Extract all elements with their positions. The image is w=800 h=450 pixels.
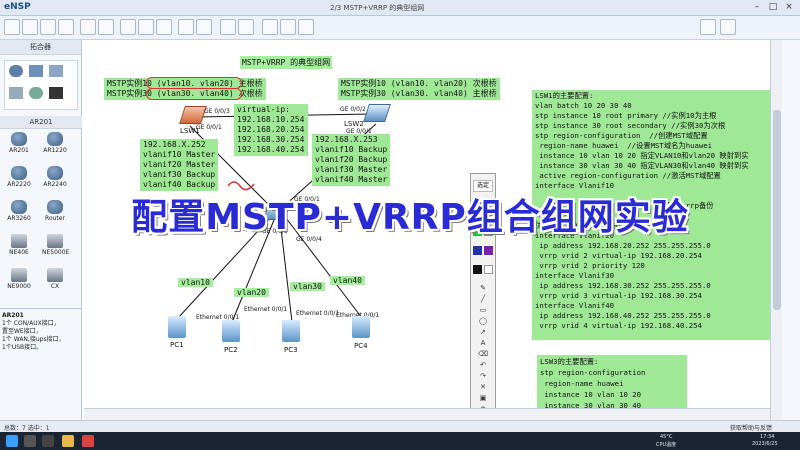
pc1-label: PC1	[170, 341, 184, 349]
pc1-icon[interactable]	[168, 316, 186, 338]
taskbar: 45°C CPU温度 17:34 2023/6/25	[0, 432, 800, 450]
status-bar: 总数：7 选中：1 获取帮助与反馈	[0, 420, 800, 432]
virtual-ip-box: virtual-ip: 192.168.10.254 192.168.20.254 1…	[234, 104, 308, 156]
text-tool-icon[interactable]: A	[471, 338, 495, 349]
canvas-title: MSTP+VRRP 的典型组网	[240, 56, 333, 69]
rect-icon[interactable]: ▭	[471, 305, 495, 316]
lsw2-mstp-note: MSTP实例10 (vlan10. vlan20) 次根桥 MSTP实例30 (v…	[338, 78, 500, 100]
help-feedback-link[interactable]: 获取帮助与反馈	[730, 423, 772, 432]
config-line: vrrp vrid 2 priority 120	[535, 261, 645, 270]
config-line: vlan batch 10 20 30 40	[535, 101, 632, 110]
task-view-icon[interactable]	[42, 435, 54, 447]
config-line: vrrp vrid 2 virtual-ip 192.168.20.254	[535, 251, 702, 260]
port-label: Ethernet 0/0/1	[244, 306, 288, 313]
temperature: 45°C	[660, 434, 673, 440]
config-line: vrrp vrid 3 virtual-ip 192.168.30.254	[535, 291, 702, 300]
config-line: instance 30 vlan 30 40 指定VLAN30和vlan40 映…	[535, 161, 749, 170]
save-tool-icon[interactable]: ▣	[471, 393, 495, 404]
pc4-icon[interactable]	[352, 316, 370, 338]
vertical-scrollbar[interactable]	[770, 40, 782, 420]
pc2-icon[interactable]	[222, 320, 240, 342]
title-banner: 配置MSTP+VRRP组合组网实验	[131, 197, 689, 238]
config-line: instance 10 vlan 10 20	[540, 390, 642, 399]
port-label: GE 0/0/3	[204, 108, 230, 115]
pen-icon[interactable]: ✎	[471, 283, 495, 294]
search-icon[interactable]	[24, 435, 36, 447]
vlan-label: vlan40	[330, 276, 365, 285]
status-count: 总数：7 选中：1	[4, 425, 50, 432]
ensp-taskbar-icon[interactable]	[82, 435, 94, 447]
config-line: region-name huawei //设置MST域名为huawei	[535, 141, 713, 150]
vlan-label: vlan20	[234, 288, 269, 297]
config-line: stp instance 30 root secondary //实例30为次根	[535, 121, 726, 130]
start-menu-icon[interactable]	[6, 435, 18, 447]
config-line: stp instance 10 root primary //实例10为主根	[535, 111, 717, 120]
pc3-icon[interactable]	[282, 320, 300, 342]
color-swatch-blue[interactable]	[473, 246, 482, 255]
config-line: LSW1的主要配置:	[535, 91, 594, 100]
config-line: region-name huawei	[540, 379, 624, 388]
config-line: ip address 192.168.40.252 255.255.255.0	[535, 311, 711, 320]
cpu-label: CPU温度	[656, 442, 677, 448]
clock-date[interactable]: 2023/6/25	[752, 441, 778, 447]
vlan-label: vlan30	[290, 282, 325, 291]
lsw2-vrrp-box: 192.168.X.253 vlanif10 Backup vlanif20 Bac…	[312, 134, 391, 186]
config-line: ip address 192.168.20.252 255.255.255.0	[535, 241, 711, 250]
port-label: GE 0/0/2	[340, 106, 366, 113]
color-swatch-purple[interactable]	[484, 246, 493, 255]
config-line: interface Vlanif40	[535, 301, 615, 310]
clear-icon[interactable]: ✕	[471, 382, 495, 393]
lsw1-vrrp-box: 192.168.X.252 vlanif10 Master vlanif20 Mas…	[140, 139, 219, 191]
arrow-icon[interactable]: ➚	[471, 327, 495, 338]
config-line: interface Vlanif30	[535, 271, 615, 280]
lsw2-label: LSW2	[344, 120, 364, 128]
clock-time[interactable]: 17:34	[760, 434, 774, 440]
pc3-label: PC3	[284, 346, 298, 354]
annotation-ellipse	[146, 88, 242, 100]
config-line: stp region-configuration //创建MST域配置	[535, 131, 708, 140]
scrollbar-thumb[interactable]	[773, 110, 781, 310]
config-line: active region-configuration //激活MST域配置	[535, 171, 721, 180]
config-line: LSW3的主要配置:	[540, 357, 599, 366]
vlan-label: vlan10	[178, 278, 213, 287]
port-label: GE 0/0/1	[196, 124, 222, 131]
undo-tool-icon[interactable]: ↶	[471, 360, 495, 371]
file-explorer-icon[interactable]	[62, 435, 74, 447]
redo-tool-icon[interactable]: ↷	[471, 371, 495, 382]
pc2-label: PC2	[224, 346, 238, 354]
port-label: Ethernet 0/0/1	[296, 310, 340, 317]
palette-tools: ✎ ╱ ▭ ◯ ➚ A ⌫ ↶ ↷ ✕ ▣ ◉	[471, 283, 495, 415]
line-icon[interactable]: ╱	[471, 294, 495, 305]
eraser-icon[interactable]: ⌫	[471, 349, 495, 360]
horizontal-scrollbar[interactable]	[84, 408, 770, 420]
ellipse-icon[interactable]: ◯	[471, 316, 495, 327]
pc4-label: PC4	[354, 342, 368, 350]
right-tool-strip	[782, 40, 800, 424]
color-swatch-white[interactable]	[484, 265, 493, 274]
config-line: instance 10 vlan 10 20 指定VLAN10和vlan20 映…	[535, 151, 749, 160]
port-label: GE 0/0/1	[346, 128, 372, 135]
config-line: vrrp vrid 4 virtual-ip 192.168.40.254	[535, 321, 702, 330]
config-line: stp region-configuration	[540, 368, 646, 377]
color-swatch-black[interactable]	[473, 265, 482, 274]
config-line: ip address 192.168.30.252 255.255.255.0	[535, 281, 711, 290]
